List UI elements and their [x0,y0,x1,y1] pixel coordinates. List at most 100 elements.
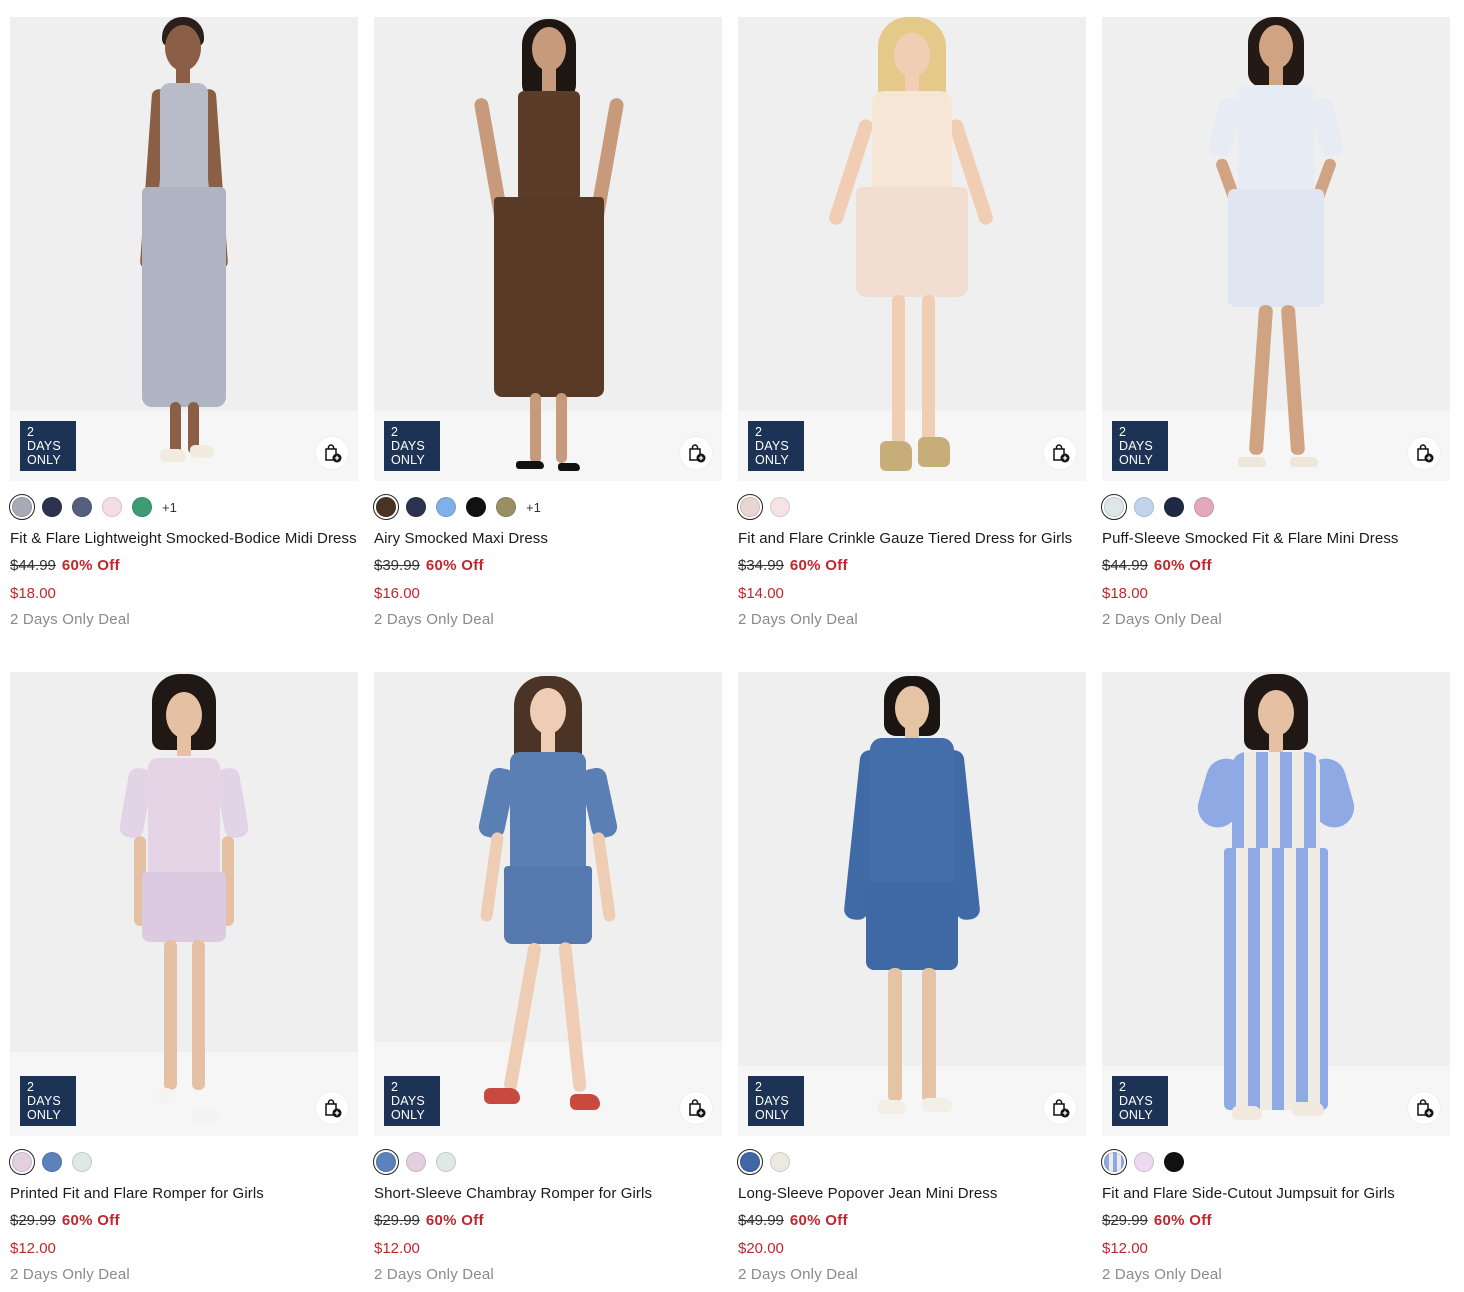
add-to-bag-button[interactable] [680,1092,712,1124]
add-to-bag-button[interactable] [680,437,712,469]
model-figure [458,17,638,481]
bag-plus-icon [325,444,342,463]
product-card[interactable]: 2 DAYS ONLY Fit and Flare Side-Cutout Ju… [1101,672,1450,1283]
product-card[interactable]: 2 DAYS ONLY Puff-Sleeve Smocked Fit & Fl… [1101,17,1450,628]
color-swatch[interactable] [1134,497,1154,517]
color-swatch[interactable] [737,494,763,520]
color-swatch[interactable] [42,497,62,517]
sale-price: $14.00 [738,585,784,602]
product-image[interactable]: 2 DAYS ONLY [10,17,358,481]
product-card[interactable]: 2 DAYS ONLY Printed Fit and Flare Romper… [9,672,358,1283]
color-swatch[interactable] [102,497,122,517]
deal-label: 2 Days Only Deal [738,611,858,628]
add-to-bag-button[interactable] [316,1092,348,1124]
deal-label: 2 Days Only Deal [10,611,130,628]
color-swatch[interactable] [496,497,516,517]
product-card[interactable]: 2 DAYS ONLY Long-Sleeve Popover Jean Min… [737,672,1086,1283]
product-image[interactable]: 2 DAYS ONLY [10,672,358,1136]
color-swatch[interactable] [1134,1152,1154,1172]
more-colors-count[interactable]: +1 [526,500,541,515]
product-image[interactable]: 2 DAYS ONLY [374,17,722,481]
two-days-only-badge: 2 DAYS ONLY [20,421,76,471]
two-days-only-badge: 2 DAYS ONLY [1112,421,1168,471]
product-image[interactable]: 2 DAYS ONLY [1102,17,1450,481]
bag-plus-icon [689,444,706,463]
product-name[interactable]: Puff-Sleeve Smocked Fit & Flare Mini Dre… [1102,530,1450,547]
two-days-only-badge: 2 DAYS ONLY [1112,1076,1168,1126]
color-swatch[interactable] [1194,497,1214,517]
bag-plus-icon [1053,1099,1070,1118]
product-card[interactable]: 2 DAYS ONLY +1 Fit & Flare Lightweight S… [9,17,358,628]
original-price: $44.99 [1102,557,1148,574]
bag-plus-icon [325,1099,342,1118]
sale-price: $16.00 [374,585,420,602]
original-price: $29.99 [374,1212,420,1229]
product-image[interactable]: 2 DAYS ONLY [1102,672,1450,1136]
color-swatches [1101,1149,1450,1175]
bag-plus-icon [1053,444,1070,463]
color-swatch[interactable] [72,1152,92,1172]
add-to-bag-button[interactable] [1408,1092,1440,1124]
color-swatches [1101,494,1450,520]
color-swatches [373,1149,722,1175]
color-swatch[interactable] [1101,1149,1127,1175]
add-to-bag-button[interactable] [1044,437,1076,469]
product-card[interactable]: 2 DAYS ONLY Short-Sleeve Chambray Romper… [373,672,722,1283]
color-swatch[interactable] [1164,497,1184,517]
bag-plus-icon [1417,1099,1434,1118]
discount-label: 60% Off [61,1212,120,1229]
price-row: $29.99 60% Off [10,1212,358,1229]
product-grid: 2 DAYS ONLY +1 Fit & Flare Lightweight S… [0,0,1464,1292]
product-image[interactable]: 2 DAYS ONLY [738,17,1086,481]
price-row: $39.99 60% Off [374,557,722,574]
product-image[interactable]: 2 DAYS ONLY [374,672,722,1136]
product-name[interactable]: Airy Smocked Maxi Dress [374,530,722,547]
color-swatch[interactable] [737,1149,763,1175]
model-figure [822,17,1002,481]
color-swatches [9,1149,358,1175]
price-row: $29.99 60% Off [1102,1212,1450,1229]
color-swatch[interactable] [406,497,426,517]
product-card[interactable]: 2 DAYS ONLY +1 Airy Smocked Maxi Dress $… [373,17,722,628]
product-name[interactable]: Fit & Flare Lightweight Smocked-Bodice M… [10,530,358,547]
color-swatch[interactable] [770,497,790,517]
color-swatch[interactable] [466,497,486,517]
two-days-only-badge: 2 DAYS ONLY [384,1076,440,1126]
sale-price: $18.00 [10,585,56,602]
color-swatch[interactable] [1101,494,1127,520]
product-name[interactable]: Fit and Flare Side-Cutout Jumpsuit for G… [1102,1185,1450,1202]
color-swatch[interactable] [72,497,92,517]
product-name[interactable]: Printed Fit and Flare Romper for Girls [10,1185,358,1202]
product-name[interactable]: Short-Sleeve Chambray Romper for Girls [374,1185,722,1202]
bag-plus-icon [689,1099,706,1118]
discount-label: 60% Off [425,1212,484,1229]
color-swatch[interactable] [373,494,399,520]
color-swatch[interactable] [1164,1152,1184,1172]
product-name[interactable]: Long-Sleeve Popover Jean Mini Dress [738,1185,1086,1202]
color-swatch[interactable] [132,497,152,517]
original-price: $39.99 [374,557,420,574]
color-swatch[interactable] [9,1149,35,1175]
two-days-only-badge: 2 DAYS ONLY [20,1076,76,1126]
color-swatches [737,1149,1086,1175]
deal-label: 2 Days Only Deal [1102,611,1222,628]
color-swatch[interactable] [436,1152,456,1172]
add-to-bag-button[interactable] [1044,1092,1076,1124]
sale-price: $12.00 [374,1240,420,1257]
color-swatches: +1 [9,494,358,520]
color-swatch[interactable] [42,1152,62,1172]
original-price: $29.99 [1102,1212,1148,1229]
more-colors-count[interactable]: +1 [162,500,177,515]
product-name[interactable]: Fit and Flare Crinkle Gauze Tiered Dress… [738,530,1086,547]
product-card[interactable]: 2 DAYS ONLY Fit and Flare Crinkle Gauze … [737,17,1086,628]
discount-label: 60% Off [789,557,848,574]
color-swatch[interactable] [373,1149,399,1175]
add-to-bag-button[interactable] [316,437,348,469]
product-image[interactable]: 2 DAYS ONLY [738,672,1086,1136]
sale-price: $18.00 [1102,585,1148,602]
add-to-bag-button[interactable] [1408,437,1440,469]
color-swatch[interactable] [406,1152,426,1172]
color-swatch[interactable] [436,497,456,517]
color-swatch[interactable] [770,1152,790,1172]
color-swatch[interactable] [9,494,35,520]
